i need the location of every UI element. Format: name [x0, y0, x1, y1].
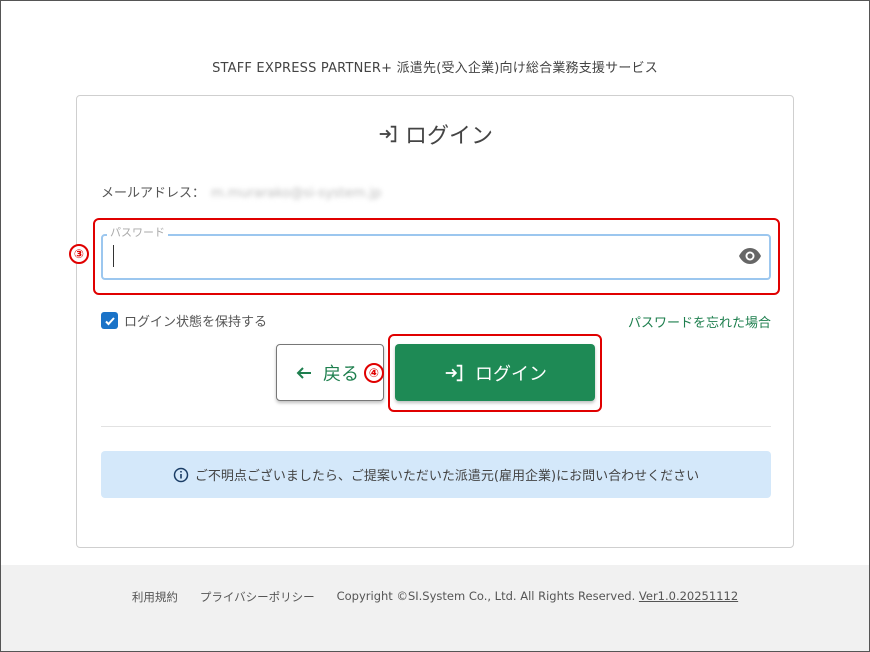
- divider: [101, 426, 771, 427]
- copyright-notice: Copyright ©SI.System Co., Ltd. All Right…: [336, 589, 636, 603]
- login-heading: ログイン: [0, 118, 870, 150]
- email-row: メールアドレス： m.murarako@si-system.jp: [101, 182, 381, 201]
- forgot-password-link[interactable]: パスワードを忘れた場合: [628, 312, 771, 331]
- terms-link[interactable]: 利用規約: [132, 589, 178, 605]
- privacy-link[interactable]: プライバシーポリシー: [200, 589, 315, 605]
- footer-links: 利用規約 プライバシーポリシー Copyright ©SI.System Co.…: [0, 589, 870, 605]
- sign-in-icon: [379, 125, 397, 143]
- version-link[interactable]: Ver1.0.20251112: [639, 589, 738, 603]
- remember-checkbox[interactable]: [101, 312, 118, 329]
- email-value: m.murarako@si-system.jp: [211, 186, 382, 201]
- arrow-left-icon: [296, 366, 311, 379]
- back-button-label: 戻る: [323, 363, 359, 385]
- email-label: メールアドレス：: [101, 186, 206, 201]
- service-title: STAFF EXPRESS PARTNER+ 派遣先(受入企業)向け総合業務支援…: [212, 61, 658, 76]
- highlight-password: [93, 218, 780, 295]
- remember-label: ログイン状態を保持する: [124, 315, 268, 330]
- info-message: ご不明点ございましたら、ご提案いただいた派遣元(雇用企業)にお問い合わせください: [194, 469, 700, 484]
- step-badge-4: ④: [364, 363, 384, 383]
- info-icon: [173, 467, 189, 482]
- highlight-login-button: [388, 334, 602, 412]
- check-icon: [104, 316, 115, 325]
- step-badge-3: ③: [69, 244, 89, 264]
- footer: [1, 565, 869, 651]
- copyright-text: Copyright ©SI.System Co., Ltd. All Right…: [337, 589, 739, 605]
- remember-login[interactable]: ログイン状態を保持する: [101, 311, 267, 330]
- login-heading-text: ログイン: [404, 124, 493, 149]
- info-notice: ご不明点ございましたら、ご提案いただいた派遣元(雇用企業)にお問い合わせください: [101, 451, 771, 498]
